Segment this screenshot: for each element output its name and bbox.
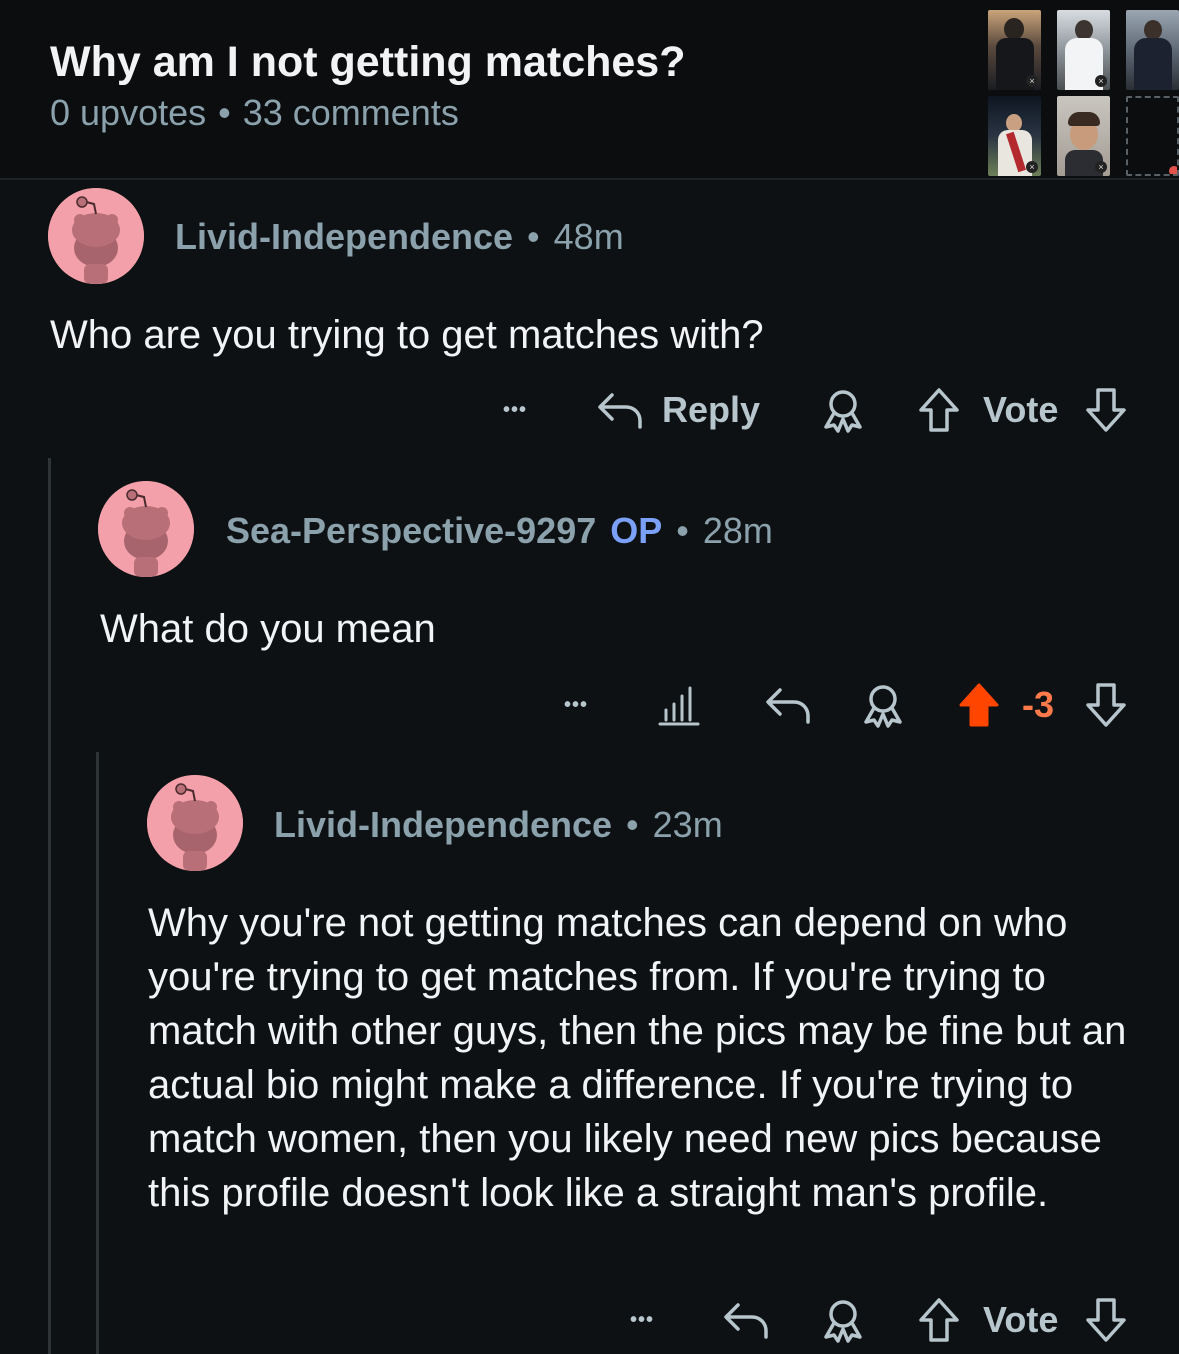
timestamp: 48m <box>553 216 624 257</box>
remove-image-icon[interactable]: × <box>1095 161 1107 173</box>
thumbnail-2[interactable]: × <box>1057 10 1110 90</box>
meta-separator: • <box>527 216 540 257</box>
upvote-button[interactable] <box>916 385 962 435</box>
timestamp: 23m <box>652 804 723 845</box>
snoo-avatar-icon <box>98 481 194 577</box>
more-icon: ••• <box>564 693 589 716</box>
vote-label: Vote <box>983 1295 1058 1345</box>
reply-arrow-icon <box>724 1303 768 1339</box>
upvote-button[interactable] <box>916 1295 962 1345</box>
user-avatar[interactable] <box>98 481 194 577</box>
more-button[interactable]: ••• <box>630 1295 654 1345</box>
meta-separator: • <box>676 510 689 551</box>
username[interactable]: Livid-Independence <box>175 216 513 257</box>
thread-line[interactable] <box>48 458 51 1354</box>
op-badge: OP <box>610 510 663 551</box>
more-icon: ••• <box>503 398 528 421</box>
more-icon: ••• <box>630 1308 655 1331</box>
meta-separator: • <box>218 92 231 133</box>
add-image-slot[interactable] <box>1126 96 1179 176</box>
comment-actions: ••• Vote <box>0 1295 1179 1345</box>
award-icon <box>824 390 862 433</box>
user-avatar[interactable] <box>147 775 243 871</box>
remove-image-icon[interactable]: × <box>1095 75 1107 87</box>
comment-count[interactable]: 33 comments <box>243 92 459 133</box>
thumbnail-1[interactable]: × <box>988 10 1041 90</box>
reply-label: Reply <box>662 389 761 430</box>
award-icon <box>864 685 902 728</box>
downvote-button[interactable] <box>1083 1295 1129 1345</box>
vote-score: -3 <box>1022 680 1054 730</box>
comment-body: What do you mean <box>100 607 436 651</box>
downvote-arrow-icon <box>1086 1298 1126 1342</box>
post-title: Why am I not getting matches? <box>50 38 686 86</box>
award-icon <box>824 1300 862 1343</box>
post-image-thumbnails: × × × × <box>988 10 1179 176</box>
remove-image-icon[interactable]: × <box>1026 161 1038 173</box>
bar-chart-icon <box>658 686 700 726</box>
thumbnail-4[interactable]: × <box>988 96 1041 176</box>
comment-body: Why you're not getting matches can depen… <box>148 901 1127 1215</box>
comment-header: Sea-Perspective-9297 OP • 28m <box>226 510 773 552</box>
upvote-arrow-icon <box>919 1298 959 1342</box>
vote-text: Vote <box>983 389 1059 430</box>
snoo-avatar-icon <box>48 188 144 284</box>
downvote-button[interactable] <box>1083 385 1129 435</box>
upvote-arrow-icon <box>959 683 999 727</box>
reply-button[interactable] <box>722 1295 770 1345</box>
award-button[interactable] <box>860 680 906 730</box>
comment-body: Who are you trying to get matches with? <box>50 313 764 357</box>
vote-label: Vote <box>983 385 1058 435</box>
comment-header: Livid-Independence • 48m <box>175 216 624 258</box>
thread-line[interactable] <box>96 752 99 1354</box>
score-text: -3 <box>1022 684 1055 725</box>
meta-separator: • <box>626 804 639 845</box>
comment-actions: ••• Reply Vote <box>0 385 1179 435</box>
more-button[interactable]: ••• <box>503 385 527 435</box>
user-avatar[interactable] <box>48 188 144 284</box>
remove-image-icon[interactable]: × <box>1026 75 1038 87</box>
reply-button[interactable] <box>764 680 812 730</box>
vote-text: Vote <box>983 1299 1059 1340</box>
upvote-count: 0 upvotes <box>50 92 207 133</box>
award-button[interactable] <box>820 1295 866 1345</box>
upvote-button[interactable] <box>956 680 1002 730</box>
comment-header: Livid-Independence • 23m <box>274 804 723 846</box>
timestamp: 28m <box>702 510 773 551</box>
award-button[interactable] <box>820 385 866 435</box>
reply-arrow-icon <box>766 688 810 724</box>
insights-button[interactable] <box>656 680 702 730</box>
downvote-arrow-icon <box>1086 388 1126 432</box>
downvote-button[interactable] <box>1083 680 1129 730</box>
snoo-avatar-icon <box>147 775 243 871</box>
downvote-arrow-icon <box>1086 683 1126 727</box>
comment-actions: ••• -3 <box>0 680 1179 730</box>
reply-arrow-icon <box>598 393 642 429</box>
post-header: Why am I not getting matches? 0 upvotes •… <box>0 0 1179 180</box>
upvote-arrow-icon <box>919 388 959 432</box>
more-button[interactable]: ••• <box>564 680 588 730</box>
thumbnail-3[interactable] <box>1126 10 1179 90</box>
reply-button[interactable]: Reply <box>596 385 760 435</box>
thumbnail-5[interactable]: × <box>1057 96 1110 176</box>
username[interactable]: Sea-Perspective-9297 <box>226 510 596 551</box>
username[interactable]: Livid-Independence <box>274 804 612 845</box>
post-meta: 0 upvotes • 33 comments <box>50 92 459 134</box>
